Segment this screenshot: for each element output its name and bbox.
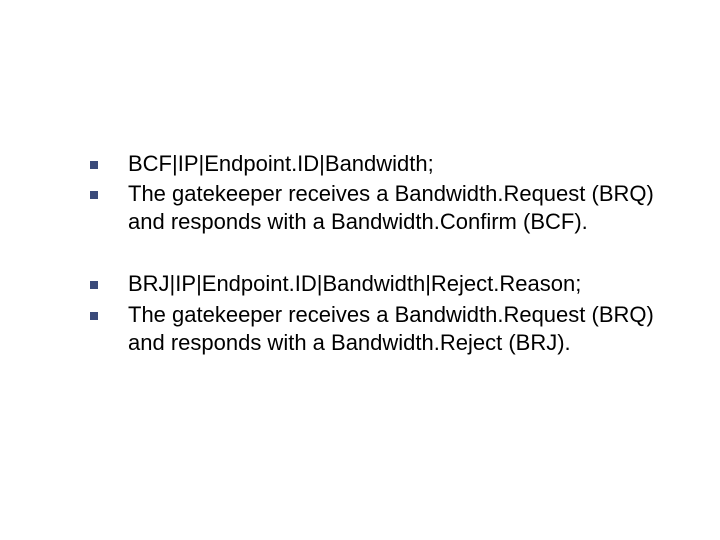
bullet-text: BRJ|IP|Endpoint.ID|Bandwidth|Reject.Reas…: [128, 270, 581, 298]
list-item: BRJ|IP|Endpoint.ID|Bandwidth|Reject.Reas…: [80, 270, 660, 298]
square-bullet-icon: [90, 312, 98, 320]
bullet-block: BRJ|IP|Endpoint.ID|Bandwidth|Reject.Reas…: [80, 270, 660, 356]
list-item: BCF|IP|Endpoint.ID|Bandwidth;: [80, 150, 660, 178]
list-item: The gatekeeper receives a Bandwidth.Requ…: [80, 180, 660, 236]
bullet-text: BCF|IP|Endpoint.ID|Bandwidth;: [128, 150, 434, 178]
bullet-block: BCF|IP|Endpoint.ID|Bandwidth; The gateke…: [80, 150, 660, 236]
square-bullet-icon: [90, 161, 98, 169]
square-bullet-icon: [90, 281, 98, 289]
list-item: The gatekeeper receives a Bandwidth.Requ…: [80, 301, 660, 357]
square-bullet-icon: [90, 191, 98, 199]
slide: BCF|IP|Endpoint.ID|Bandwidth; The gateke…: [0, 0, 720, 540]
bullet-text: The gatekeeper receives a Bandwidth.Requ…: [128, 180, 660, 236]
bullet-text: The gatekeeper receives a Bandwidth.Requ…: [128, 301, 660, 357]
